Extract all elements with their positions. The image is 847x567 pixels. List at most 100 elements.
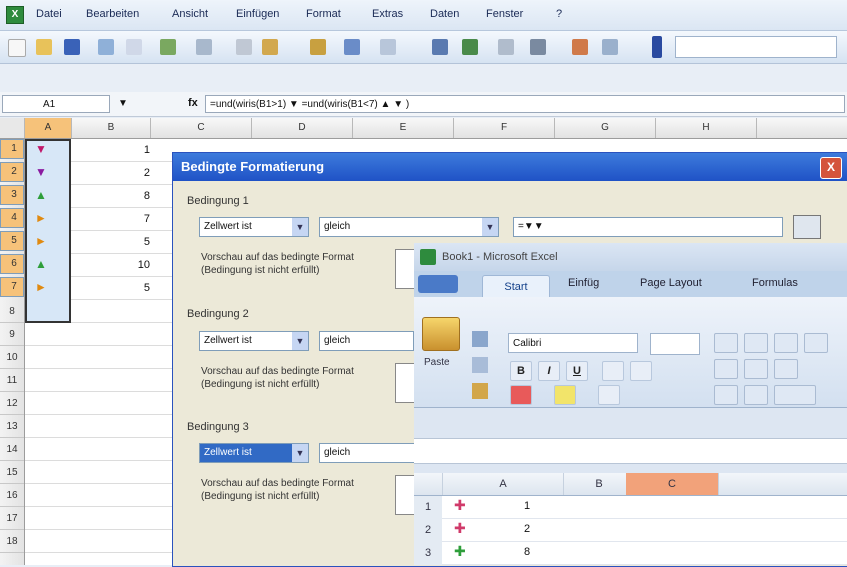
row-header[interactable]: 3 bbox=[0, 185, 24, 205]
cut-icon[interactable] bbox=[236, 39, 252, 55]
office-button-icon[interactable] bbox=[418, 275, 458, 293]
cell-b3[interactable]: 8 bbox=[72, 190, 150, 202]
row-header[interactable]: 10 bbox=[0, 346, 24, 369]
excel-2007-app-icon[interactable] bbox=[420, 249, 436, 265]
row-header[interactable]: 18 bbox=[0, 530, 24, 553]
menu-item-help[interactable]: ? bbox=[556, 8, 562, 20]
font-color-icon[interactable] bbox=[510, 385, 532, 405]
copy-icon[interactable] bbox=[472, 357, 488, 373]
function-fx-icon[interactable]: fx bbox=[188, 97, 198, 109]
menu-item-fenster[interactable]: Fenster bbox=[486, 8, 523, 20]
font-size-select[interactable] bbox=[650, 333, 700, 355]
formula-input[interactable]: =und(wiris(B1>1) ▼ =und(wiris(B1<7) ▲ ▼ … bbox=[205, 95, 845, 113]
row-header[interactable]: 11 bbox=[0, 369, 24, 392]
range-picker-icon[interactable] bbox=[793, 215, 821, 239]
row-header[interactable]: 5 bbox=[0, 231, 24, 251]
menu-item-bearbeiten[interactable]: Bearbeiten bbox=[86, 8, 139, 20]
drawing-icon[interactable] bbox=[602, 39, 618, 55]
select-all-corner[interactable] bbox=[414, 473, 443, 495]
toolbar-handle-icon[interactable] bbox=[652, 36, 662, 58]
cell-b2[interactable]: 2 bbox=[72, 167, 150, 179]
condition-1-operator-select[interactable]: gleich ▼ bbox=[319, 217, 499, 237]
borders-icon[interactable] bbox=[598, 385, 620, 405]
condition-1-value-input[interactable]: =▼▼ bbox=[513, 217, 783, 237]
row-header[interactable]: 14 bbox=[0, 438, 24, 461]
autosum-icon[interactable] bbox=[462, 39, 478, 55]
column-header-c[interactable]: C bbox=[151, 118, 252, 138]
chevron-down-icon[interactable]: ▼ bbox=[292, 444, 308, 462]
print-preview-icon[interactable] bbox=[196, 39, 212, 55]
row-header[interactable]: 3 bbox=[414, 542, 442, 565]
excel-2007-formula-bar[interactable] bbox=[414, 438, 847, 464]
row-header[interactable]: 4 bbox=[0, 208, 24, 228]
row-header[interactable]: 8 bbox=[0, 300, 24, 323]
column-header-h[interactable]: H bbox=[656, 118, 757, 138]
cell-b5[interactable]: 5 bbox=[72, 236, 150, 248]
chart-wizard-icon[interactable] bbox=[572, 39, 588, 55]
bold-button[interactable]: B bbox=[510, 361, 532, 381]
chevron-down-icon[interactable]: ▼ bbox=[292, 218, 308, 236]
undo-icon[interactable] bbox=[344, 39, 360, 55]
column-header-a[interactable]: A bbox=[25, 118, 72, 138]
row-header[interactable]: 12 bbox=[0, 392, 24, 415]
paste-toolbar-icon[interactable] bbox=[262, 39, 278, 55]
print-icon[interactable] bbox=[160, 39, 176, 55]
tab-einfuegen[interactable]: Einfüg bbox=[568, 277, 599, 289]
underline-button[interactable]: U bbox=[566, 361, 588, 381]
align-right-icon[interactable] bbox=[774, 359, 798, 379]
row-header[interactable]: 7 bbox=[0, 277, 24, 297]
decrease-indent-icon[interactable] bbox=[714, 385, 738, 405]
email-icon[interactable] bbox=[126, 39, 142, 55]
align-top-icon[interactable] bbox=[714, 333, 738, 353]
row-header[interactable]: 17 bbox=[0, 507, 24, 530]
format-painter-icon[interactable] bbox=[310, 39, 326, 55]
cell-b1[interactable]: 1 bbox=[72, 144, 150, 156]
font-name-select[interactable]: Calibri bbox=[508, 333, 638, 353]
cell-b7[interactable]: 5 bbox=[72, 282, 150, 294]
new-icon[interactable] bbox=[8, 39, 26, 57]
align-bottom-icon[interactable] bbox=[774, 333, 798, 353]
cell-b6[interactable]: 10 bbox=[72, 259, 150, 271]
name-box[interactable]: A1 bbox=[2, 95, 110, 113]
dialog-title[interactable]: Bedingte Formatierung bbox=[173, 153, 847, 181]
align-center-icon[interactable] bbox=[744, 359, 768, 379]
hyperlink-icon[interactable] bbox=[432, 39, 448, 55]
grow-font-icon[interactable] bbox=[602, 361, 624, 381]
italic-button[interactable]: I bbox=[538, 361, 560, 381]
column-header-e[interactable]: E bbox=[353, 118, 454, 138]
select-all-corner[interactable] bbox=[0, 118, 25, 138]
align-left-icon[interactable] bbox=[714, 359, 738, 379]
row-header[interactable]: 1 bbox=[0, 139, 24, 159]
namebox-dropdown-icon[interactable]: ▼ bbox=[118, 98, 128, 109]
excel-app-icon[interactable]: X bbox=[6, 6, 24, 24]
cut-icon[interactable] bbox=[472, 331, 488, 347]
sort-descending-icon[interactable] bbox=[530, 39, 546, 55]
condition-2-operator-select[interactable]: gleich bbox=[319, 331, 414, 351]
tab-page-layout[interactable]: Page Layout bbox=[640, 277, 702, 289]
merge-center-icon[interactable] bbox=[774, 385, 816, 405]
column-header-b[interactable]: B bbox=[564, 473, 635, 495]
paste-label[interactable]: Paste bbox=[424, 357, 450, 368]
column-header-f[interactable]: F bbox=[454, 118, 555, 138]
increase-indent-icon[interactable] bbox=[744, 385, 768, 405]
condition-3-type-select[interactable]: Zellwert ist ▼ bbox=[199, 443, 309, 463]
menu-item-daten[interactable]: Daten bbox=[430, 8, 459, 20]
permission-icon[interactable] bbox=[98, 39, 114, 55]
column-header-d[interactable]: D bbox=[252, 118, 353, 138]
save-icon[interactable] bbox=[64, 39, 80, 55]
close-button[interactable]: X bbox=[820, 157, 842, 179]
row-header[interactable]: 1 bbox=[414, 496, 442, 519]
row-header[interactable]: 2 bbox=[0, 162, 24, 182]
redo-icon[interactable] bbox=[380, 39, 396, 55]
row-header[interactable]: 2 bbox=[414, 519, 442, 542]
tab-start[interactable]: Start bbox=[482, 275, 550, 298]
excel-2007-grid[interactable] bbox=[414, 496, 847, 565]
chevron-down-icon[interactable]: ▼ bbox=[482, 218, 498, 236]
condition-2-type-select[interactable]: Zellwert ist ▼ bbox=[199, 331, 309, 351]
menu-item-extras[interactable]: Extras bbox=[372, 8, 403, 20]
menu-item-datei[interactable]: Datei bbox=[36, 8, 62, 20]
fill-color-icon[interactable] bbox=[554, 385, 576, 405]
column-header-g[interactable]: G bbox=[555, 118, 656, 138]
shrink-font-icon[interactable] bbox=[630, 361, 652, 381]
cell-b2[interactable]: 2 bbox=[524, 523, 530, 535]
